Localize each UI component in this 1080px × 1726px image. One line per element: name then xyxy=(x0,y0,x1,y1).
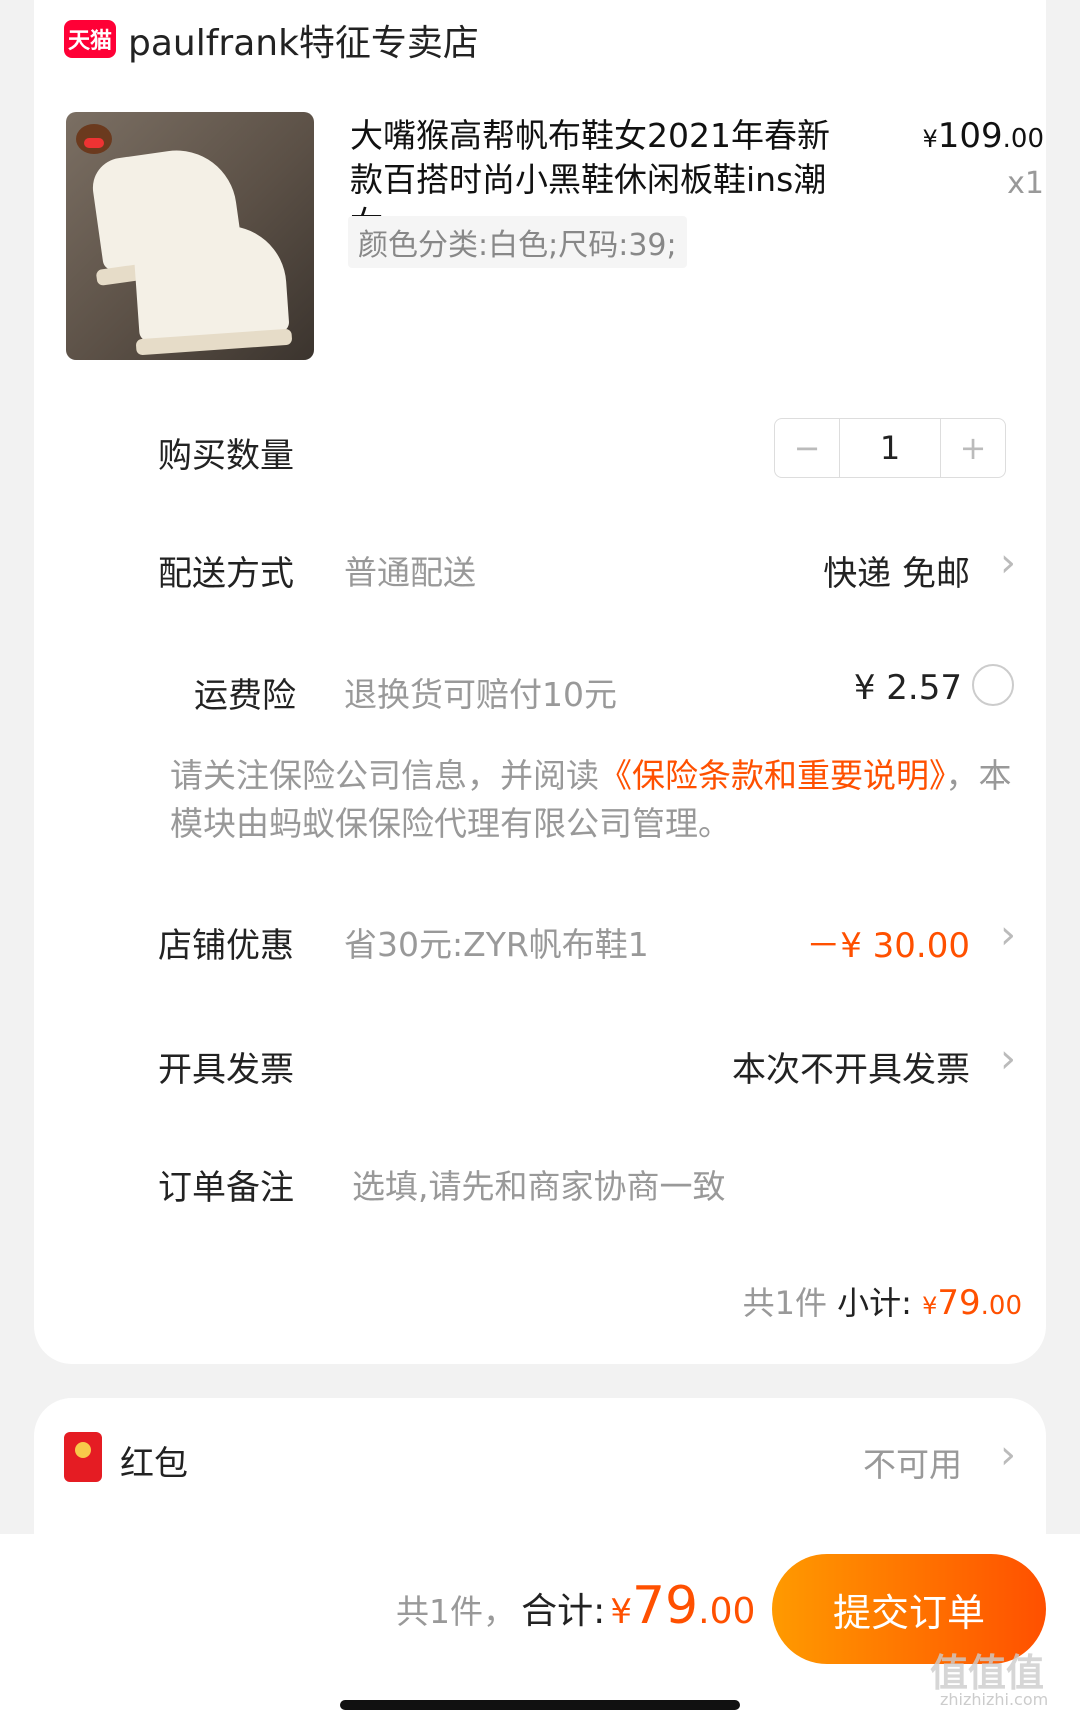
product-image[interactable] xyxy=(66,112,314,360)
store-discount-value[interactable]: －¥ 30.00 xyxy=(806,918,970,967)
radio-unchecked-icon[interactable] xyxy=(972,664,1014,706)
store-discount-sub: 省30元:ZYR帆布鞋1 xyxy=(344,925,649,964)
insurance-notice: 请关注保险公司信息，并阅读《保险条款和重要说明》，本模块由蚂蚁保保险代理有限公司… xyxy=(170,756,1012,843)
minus-button[interactable]: − xyxy=(775,419,839,477)
chevron-right-icon[interactable]: › xyxy=(1000,1432,1016,1478)
product-quantity: x1 xyxy=(1007,166,1044,201)
insurance-label: 运费险 xyxy=(194,676,296,716)
watermark: 值值值 xyxy=(930,1651,1045,1695)
delivery-sub: 普通配送 xyxy=(344,553,476,592)
quantity-label: 购买数量 xyxy=(158,436,294,476)
delivery-label: 配送方式 xyxy=(158,554,294,594)
home-indicator[interactable] xyxy=(340,1700,740,1710)
plus-button[interactable]: + xyxy=(941,419,1005,477)
red-packet-icon xyxy=(64,1432,102,1482)
quantity-stepper[interactable]: − 1 + xyxy=(774,418,1006,478)
invoice-value[interactable]: 本次不开具发票 xyxy=(732,1042,970,1091)
red-packet-value[interactable]: 不可用 xyxy=(863,1438,962,1486)
remark-input[interactable]: 选填,请先和商家协商一致 xyxy=(352,1160,726,1208)
chevron-right-icon[interactable]: › xyxy=(1000,1036,1016,1082)
monkey-logo-icon xyxy=(76,124,112,154)
remark-label: 订单备注 xyxy=(158,1168,294,1208)
product-price: ¥109.00 xyxy=(922,116,1044,156)
chevron-right-icon[interactable]: › xyxy=(1000,540,1016,586)
watermark-url: zhizhizhi.com xyxy=(940,1690,1049,1709)
order-card: 天猫 paulfrank特征专卖店 大嘴猴高帮帆布鞋女2021年春新款百搭时尚小… xyxy=(34,0,1046,1364)
subtotal: 共1件 小计: ¥79.00 xyxy=(742,1283,1022,1323)
insurance-sub: 退换货可赔付10元 xyxy=(344,675,617,714)
quantity-value[interactable]: 1 xyxy=(839,419,941,477)
store-name[interactable]: paulfrank特征专卖店 xyxy=(128,14,479,66)
store-discount-label: 店铺优惠 xyxy=(158,926,294,966)
insurance-price: ¥ 2.57 xyxy=(853,668,962,708)
total-summary: 共1件， 合计: ¥79.00 xyxy=(396,1576,756,1636)
tmall-icon: 天猫 xyxy=(64,20,116,58)
delivery-value[interactable]: 快递 免邮 xyxy=(823,546,970,595)
chevron-right-icon[interactable]: › xyxy=(1000,912,1016,958)
checkout-bar: 共1件， 合计: ¥79.00 提交订单 值值值 zhizhizhi.com xyxy=(0,1534,1080,1726)
sku-tag[interactable]: 颜色分类:白色;尺码:39; xyxy=(348,216,687,268)
insurance-terms-link[interactable]: 《保险条款和重要说明》 xyxy=(599,756,946,795)
red-packet-label: 红包 xyxy=(120,1444,188,1484)
invoice-label: 开具发票 xyxy=(158,1050,294,1090)
